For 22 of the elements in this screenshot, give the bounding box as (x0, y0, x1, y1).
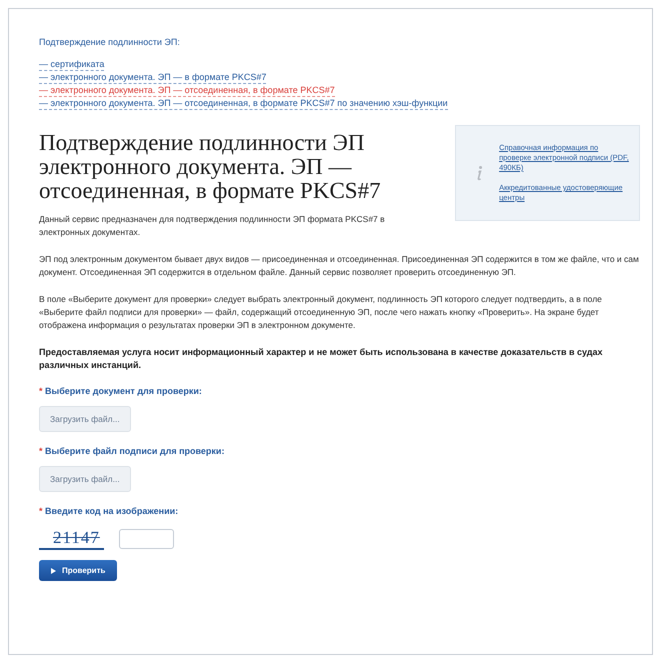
nav-link[interactable]: — электронного документа. ЭП — отсоединенная, в формате PKCS#7 (39, 85, 335, 97)
captcha-image: 21147 (39, 528, 104, 550)
field-label: Выберите документ для проверки: (45, 386, 202, 396)
field-label: Введите код на изображении: (45, 506, 178, 516)
play-icon (51, 568, 56, 574)
required-mark: * (39, 386, 43, 396)
verify-button[interactable]: Проверить (39, 560, 118, 581)
required-mark: * (39, 506, 43, 516)
intro-text: Данный сервис предназначен для подтверждения подлинности ЭП формата PKCS#7 в электронных документах. (39, 213, 386, 239)
page-heading: Подтверждение подлинности ЭП электронного документа. ЭП — отсоединенная, в формате PKCS#7 (39, 131, 382, 203)
upload-button[interactable]: Загрузить файл... (39, 466, 131, 492)
captcha-input[interactable] (118, 529, 174, 549)
nav-link[interactable]: — сертификата (39, 59, 104, 71)
notice-text: Предоставляемая услуга носит информационный характер и не может быть использована в качестве доказательств в судах различных инстанций. (39, 346, 604, 372)
field-label: Выберите файл подписи для проверки: (45, 446, 224, 456)
description-paragraph: ЭП под электронным документом бывает двух видов — присоединенная и отсоединенная. Присоединенная ЭП содержится в том же файле, что и сам документ. Отсоединенная ЭП содержится в отдельном файле. Данный сервис позволяет проверить отсоединенную ЭП. (39, 253, 640, 279)
required-mark: * (39, 446, 43, 456)
description-paragraph: В поле «Выберите документ для проверки» следует выбрать электронный документ, подлинность ЭП которого следует подтвердить, а в поле «Выберите файл подписи для проверки» — файл, содержащий отсоединенную ЭП, после чего нажать кнопку «Проверить». На экране будет отображена информация о результатах проверки ЭП в электронном документе. (39, 293, 603, 332)
nav-link[interactable]: — электронного документа. ЭП — в формате PKCS#7 (39, 72, 266, 84)
nav-title: Подтверждение подлинности ЭП: (39, 37, 181, 47)
upload-button[interactable]: Загрузить файл... (39, 406, 131, 432)
nav-link[interactable]: — электронного документа. ЭП — отсоединенная, в формате PKCS#7 по значению хэш-функции (39, 98, 448, 110)
